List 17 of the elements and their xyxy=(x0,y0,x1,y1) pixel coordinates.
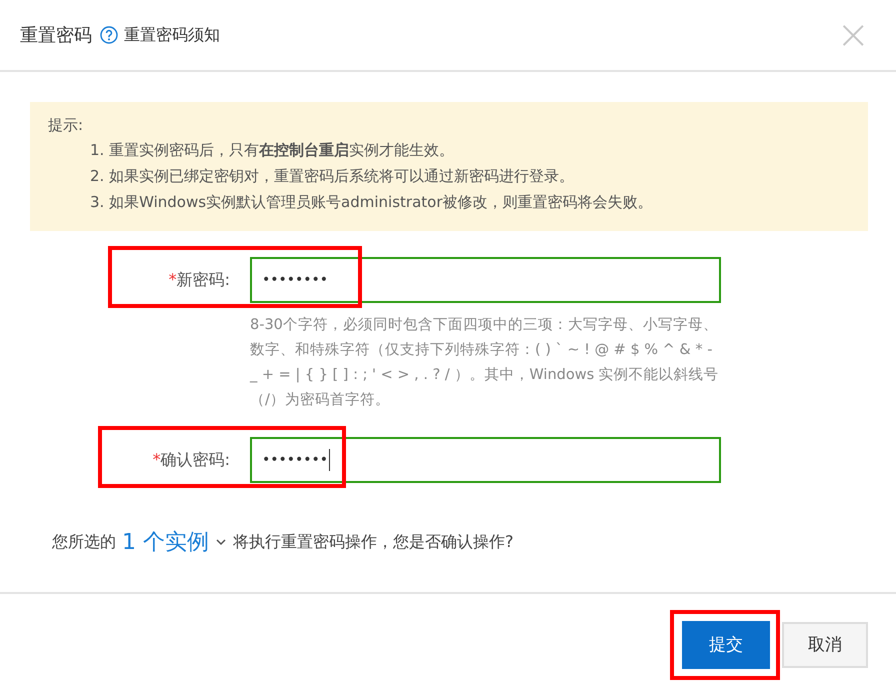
help-icon[interactable] xyxy=(100,26,118,44)
summary-text: 将执行重置密码操作，您是否确认操作? xyxy=(233,532,514,552)
dialog-title: 重置密码 xyxy=(20,24,92,47)
password-field[interactable]: •••••••• xyxy=(250,437,721,483)
help-link[interactable]: 重置密码须知 xyxy=(124,24,220,46)
cancel-button[interactable]: 取消 xyxy=(782,622,868,668)
summary-text: 您所选的 xyxy=(52,532,116,552)
notice-item: 2. 如果实例已绑定密钥对，重置密码后系统将可以通过新密码进行登录。 xyxy=(89,166,576,187)
password-hint: 8-30个字符，必须同时包含下面四项中的三项：大写字母、小写字母、数字、和特殊字符（仅支持下列特殊字符：( ) ` ~ ! @ # $ % ^ & * - _ + = | { } [ ] : ; ' < > , . ? / ）。其中，Windows 实例不能以斜线号（/）为密码首字符。 xyxy=(250,316,720,410)
notice-item: 1. 重置实例密码后，只有在控制台重启实例才能生效。 xyxy=(89,140,456,161)
notice-item: 3. 如果Windows实例默认管理员账号administrator被修改，则重置密码将会失败。 xyxy=(89,192,654,213)
field-label: *新密码: xyxy=(168,270,231,290)
submit-button[interactable]: 提交 xyxy=(682,620,770,668)
instance-link[interactable]: 1 个实例 xyxy=(122,527,209,557)
field-label: *确认密码: xyxy=(152,450,231,470)
password-field[interactable]: •••••••• xyxy=(250,257,721,303)
notice-heading: 提示: xyxy=(48,116,84,135)
